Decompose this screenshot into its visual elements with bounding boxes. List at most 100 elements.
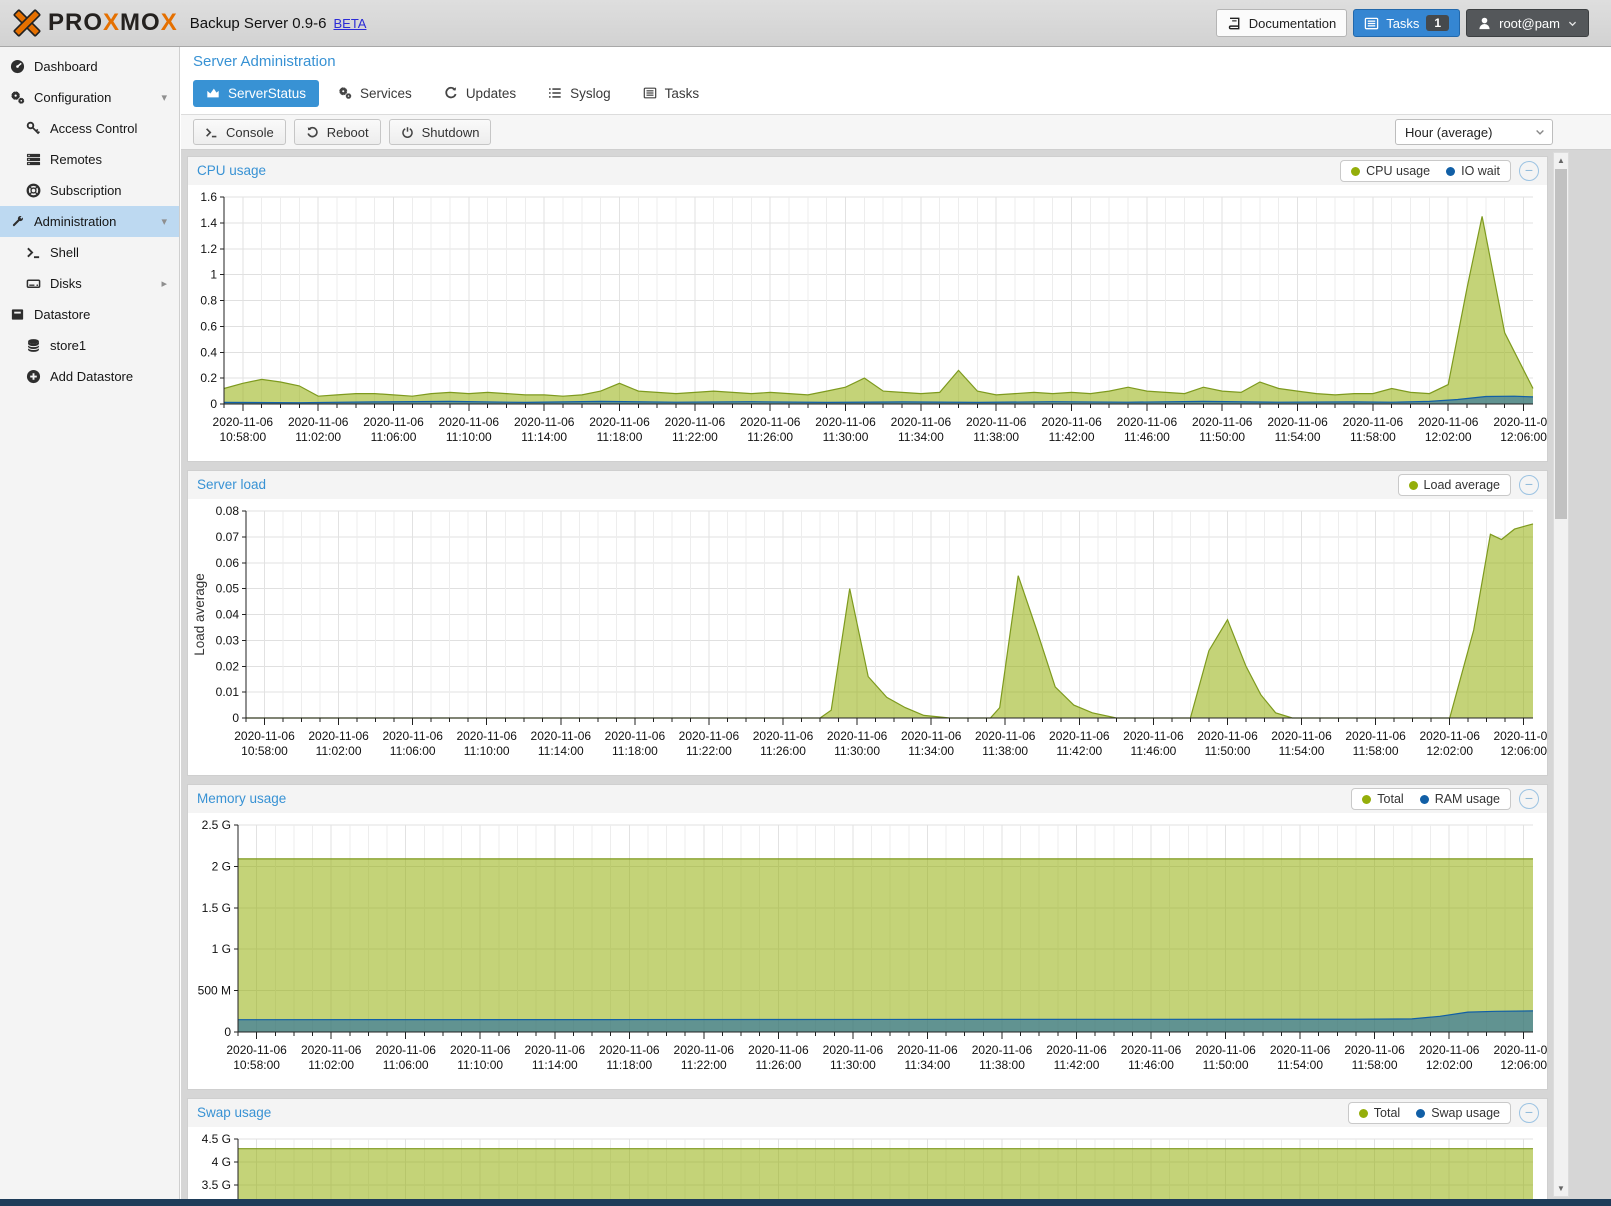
sidebar-item-access-control[interactable]: Access Control: [0, 113, 179, 144]
shutdown-label: Shutdown: [422, 125, 480, 140]
svg-text:2020-11-06: 2020-11-06: [665, 415, 726, 429]
svg-text:4 G: 4 G: [212, 1155, 231, 1169]
key-icon: [26, 121, 41, 136]
sidebar-item-dashboard[interactable]: Dashboard: [0, 51, 179, 82]
svg-text:11:54:00: 11:54:00: [1277, 1058, 1323, 1072]
documentation-button[interactable]: Documentation: [1216, 9, 1347, 37]
svg-text:2020-11-06: 2020-11-06: [1493, 1043, 1547, 1057]
tab-updates[interactable]: Updates: [431, 80, 529, 107]
legend-item-total[interactable]: Total: [1359, 1106, 1400, 1120]
svg-text:2020-11-06: 2020-11-06: [456, 729, 517, 743]
tab-label: Updates: [466, 86, 516, 101]
panel-header: Server loadLoad average−: [188, 471, 1547, 499]
svg-text:0.04: 0.04: [216, 608, 240, 622]
svg-text:2020-11-06: 2020-11-06: [525, 1043, 586, 1057]
sidebar-item-administration[interactable]: Administration▾: [0, 206, 179, 237]
chevron-down-icon: ▾: [161, 91, 167, 104]
svg-text:1: 1: [210, 268, 217, 282]
legend-dot: [1409, 481, 1418, 490]
svg-text:10:58:00: 10:58:00: [233, 1058, 280, 1072]
proxmox-x-icon: [10, 6, 44, 40]
legend-item-cpu-usage[interactable]: CPU usage: [1351, 164, 1430, 178]
svg-text:11:58:00: 11:58:00: [1353, 744, 1399, 758]
svg-text:2020-11-06: 2020-11-06: [1195, 1043, 1256, 1057]
main-content: Server Administration ServerStatus Servic…: [181, 47, 1611, 1199]
svg-text:11:38:00: 11:38:00: [982, 744, 1028, 758]
svg-text:0.06: 0.06: [216, 556, 240, 570]
svg-text:11:38:00: 11:38:00: [973, 430, 1019, 444]
sidebar-item-shell[interactable]: Shell: [0, 237, 179, 268]
top-header-bar: PROXMOX Backup Server 0.9-6 BETA Documen…: [0, 0, 1611, 47]
collapse-panel-icon[interactable]: −: [1519, 475, 1539, 495]
beta-link[interactable]: BETA: [333, 16, 366, 31]
legend-item-io-wait[interactable]: IO wait: [1446, 164, 1500, 178]
chart-legend: Load average: [1398, 474, 1511, 496]
collapse-panel-icon[interactable]: −: [1519, 789, 1539, 809]
legend-item-total[interactable]: Total: [1362, 792, 1403, 806]
tab-label: Services: [360, 86, 412, 101]
svg-text:2020-11-06: 2020-11-06: [1345, 729, 1406, 743]
svg-text:0.02: 0.02: [216, 659, 240, 673]
svg-text:2020-11-06: 2020-11-06: [815, 415, 876, 429]
svg-text:2020-11-06: 2020-11-06: [1344, 1043, 1405, 1057]
svg-text:2020-11-06: 2020-11-06: [531, 729, 592, 743]
legend-item-swap-usage[interactable]: Swap usage: [1416, 1106, 1500, 1120]
vertical-scrollbar[interactable]: ▲ ▼: [1553, 152, 1569, 1197]
svg-text:2020-11-06: 2020-11-06: [740, 415, 801, 429]
sidebar-item-subscription[interactable]: Subscription: [0, 175, 179, 206]
svg-text:1 G: 1 G: [212, 942, 231, 956]
svg-text:11:34:00: 11:34:00: [898, 430, 944, 444]
svg-text:500 M: 500 M: [198, 984, 231, 998]
svg-text:0: 0: [224, 1025, 231, 1039]
tab-syslog[interactable]: Syslog: [535, 80, 624, 107]
sidebar-item-datastore[interactable]: Datastore: [0, 299, 179, 330]
product-title: Backup Server 0.9-6: [190, 15, 327, 32]
tasks-button[interactable]: Tasks 1: [1353, 9, 1460, 37]
legend-dot: [1420, 795, 1429, 804]
sidebar-item-add-datastore[interactable]: Add Datastore: [0, 361, 179, 392]
collapse-panel-icon[interactable]: −: [1519, 1103, 1539, 1123]
header-actions: Documentation Tasks 1 root@pam: [1216, 9, 1589, 37]
time-range-select[interactable]: Hour (average): [1395, 119, 1553, 145]
time-range-value: Hour (average): [1405, 125, 1492, 140]
sidebar-item-disks[interactable]: Disks▸: [0, 268, 179, 299]
chart-legend: Total RAM usage: [1351, 788, 1511, 810]
sidebar-item-configuration[interactable]: Configuration▾: [0, 82, 179, 113]
legend-item-load-average[interactable]: Load average: [1409, 478, 1500, 492]
console-label: Console: [226, 125, 274, 140]
svg-text:0.01: 0.01: [216, 685, 240, 699]
svg-text:11:54:00: 11:54:00: [1279, 744, 1325, 758]
scroll-up-arrow[interactable]: ▲: [1554, 153, 1568, 168]
svg-text:11:30:00: 11:30:00: [830, 1058, 876, 1072]
svg-text:11:58:00: 11:58:00: [1352, 1058, 1398, 1072]
svg-text:2020-11-06: 2020-11-06: [514, 415, 575, 429]
console-button[interactable]: Console: [193, 119, 286, 145]
svg-text:0.4: 0.4: [200, 345, 217, 359]
svg-text:2020-11-06: 2020-11-06: [308, 729, 369, 743]
sidebar-item-label: Dashboard: [34, 59, 98, 74]
scroll-down-arrow[interactable]: ▼: [1554, 1181, 1568, 1196]
task-list-icon: [1364, 16, 1379, 31]
tab-label: Tasks: [665, 86, 700, 101]
svg-text:2020-11-06: 2020-11-06: [1117, 415, 1178, 429]
svg-text:0.8: 0.8: [200, 294, 217, 308]
user-menu-button[interactable]: root@pam: [1466, 9, 1589, 37]
legend-item-ram-usage[interactable]: RAM usage: [1420, 792, 1500, 806]
shutdown-button[interactable]: Shutdown: [389, 119, 492, 145]
sidebar-item-remotes[interactable]: Remotes: [0, 144, 179, 175]
page-title: Server Administration: [193, 53, 336, 70]
svg-text:2020-11-06: 2020-11-06: [966, 415, 1027, 429]
reboot-button[interactable]: Reboot: [294, 119, 381, 145]
svg-text:10:58:00: 10:58:00: [219, 430, 266, 444]
svg-text:2020-11-06: 2020-11-06: [897, 1043, 958, 1057]
tab-services[interactable]: Services: [325, 80, 425, 107]
sidebar-item-store1[interactable]: store1: [0, 330, 179, 361]
shell-icon: [26, 245, 41, 260]
tab-serverstatus[interactable]: ServerStatus: [193, 80, 319, 107]
tab-tasks[interactable]: Tasks: [630, 80, 713, 107]
collapse-panel-icon[interactable]: −: [1519, 161, 1539, 181]
wrench-icon: [10, 214, 25, 229]
svg-text:0.07: 0.07: [216, 530, 240, 544]
scrollbar-thumb[interactable]: [1555, 169, 1567, 519]
chart-area: 0500 M1 G1.5 G2 G2.5 G3 G3.5 G4 G4.5 G20…: [188, 1127, 1547, 1199]
